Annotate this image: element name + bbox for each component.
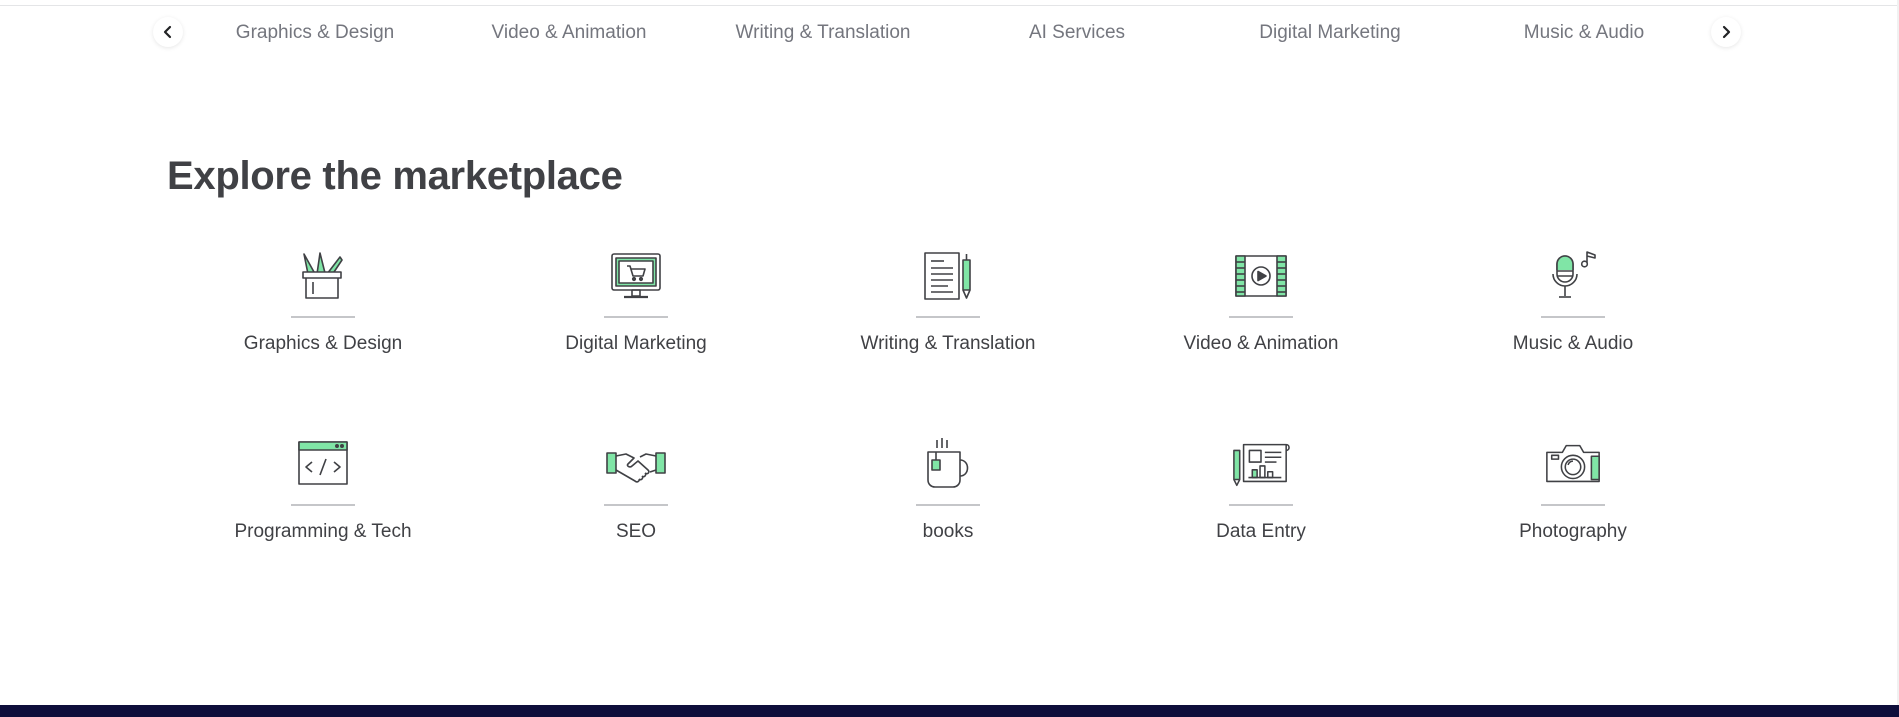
blueprint-chart-icon bbox=[1233, 443, 1290, 487]
tile-divider bbox=[291, 504, 355, 506]
section-title: Explore the marketplace bbox=[167, 154, 623, 198]
handshake-icon bbox=[606, 452, 666, 483]
tile-label: Video & Animation bbox=[1183, 333, 1339, 354]
tile-label: Data Entry bbox=[1216, 521, 1306, 542]
nav-category-music-audio[interactable]: Music & Audio bbox=[1524, 14, 1644, 52]
monitor-cart-icon bbox=[611, 253, 661, 299]
nav-category-ai-services[interactable]: AI Services bbox=[1029, 14, 1125, 52]
tile-label: Photography bbox=[1519, 521, 1627, 542]
chevron-right-icon bbox=[1722, 25, 1731, 39]
tile-divider bbox=[1541, 504, 1605, 506]
pencil-cup-icon bbox=[302, 252, 343, 299]
tile-divider bbox=[1229, 316, 1293, 318]
tile-label: Music & Audio bbox=[1512, 333, 1634, 354]
category-tile-music-audio[interactable]: Music & Audio bbox=[1423, 246, 1723, 396]
tile-divider bbox=[916, 504, 980, 506]
code-window-icon bbox=[298, 441, 348, 485]
category-tile-seo[interactable]: SEO bbox=[486, 434, 786, 584]
top-divider bbox=[0, 5, 1899, 6]
nav-category-digital-marketing[interactable]: Digital Marketing bbox=[1259, 14, 1401, 52]
tile-divider bbox=[1541, 316, 1605, 318]
camera-icon bbox=[1546, 444, 1600, 483]
footer-band bbox=[0, 705, 1899, 717]
nav-category-graphics-design[interactable]: Graphics & Design bbox=[236, 14, 394, 52]
nav-category-writing-translation[interactable]: Writing & Translation bbox=[736, 14, 911, 52]
tile-divider bbox=[1229, 504, 1293, 506]
film-play-icon bbox=[1235, 255, 1287, 297]
tile-label: Programming & Tech bbox=[234, 521, 412, 542]
category-tile-books[interactable]: books bbox=[798, 434, 1098, 584]
document-pen-icon bbox=[924, 252, 971, 300]
tile-label: Digital Marketing bbox=[565, 333, 707, 354]
tea-mug-icon bbox=[927, 438, 969, 488]
category-carousel: Graphics & Design Video & Animation Writ… bbox=[153, 14, 1743, 52]
nav-category-video-animation[interactable]: Video & Animation bbox=[492, 14, 647, 52]
carousel-prev-button[interactable] bbox=[153, 17, 183, 47]
category-tile-graphics-design[interactable]: Graphics & Design bbox=[173, 246, 473, 396]
chevron-left-icon bbox=[163, 25, 172, 39]
category-tile-data-entry[interactable]: Data Entry bbox=[1111, 434, 1411, 584]
category-tile-video-animation[interactable]: Video & Animation bbox=[1111, 246, 1411, 396]
tile-divider bbox=[291, 316, 355, 318]
microphone-note-icon bbox=[1552, 251, 1596, 298]
tile-label: SEO bbox=[615, 521, 657, 542]
carousel-next-button[interactable] bbox=[1711, 17, 1741, 47]
tile-divider bbox=[916, 316, 980, 318]
category-tile-programming-tech[interactable]: Programming & Tech bbox=[173, 434, 473, 584]
tile-label: books bbox=[922, 521, 974, 542]
tile-label: Writing & Translation bbox=[860, 333, 1036, 354]
tile-divider bbox=[604, 504, 668, 506]
category-tile-photography[interactable]: Photography bbox=[1423, 434, 1723, 584]
tile-divider bbox=[604, 316, 668, 318]
tile-label: Graphics & Design bbox=[243, 333, 403, 354]
category-tile-digital-marketing[interactable]: Digital Marketing bbox=[486, 246, 786, 396]
category-tile-writing-translation[interactable]: Writing & Translation bbox=[798, 246, 1098, 396]
